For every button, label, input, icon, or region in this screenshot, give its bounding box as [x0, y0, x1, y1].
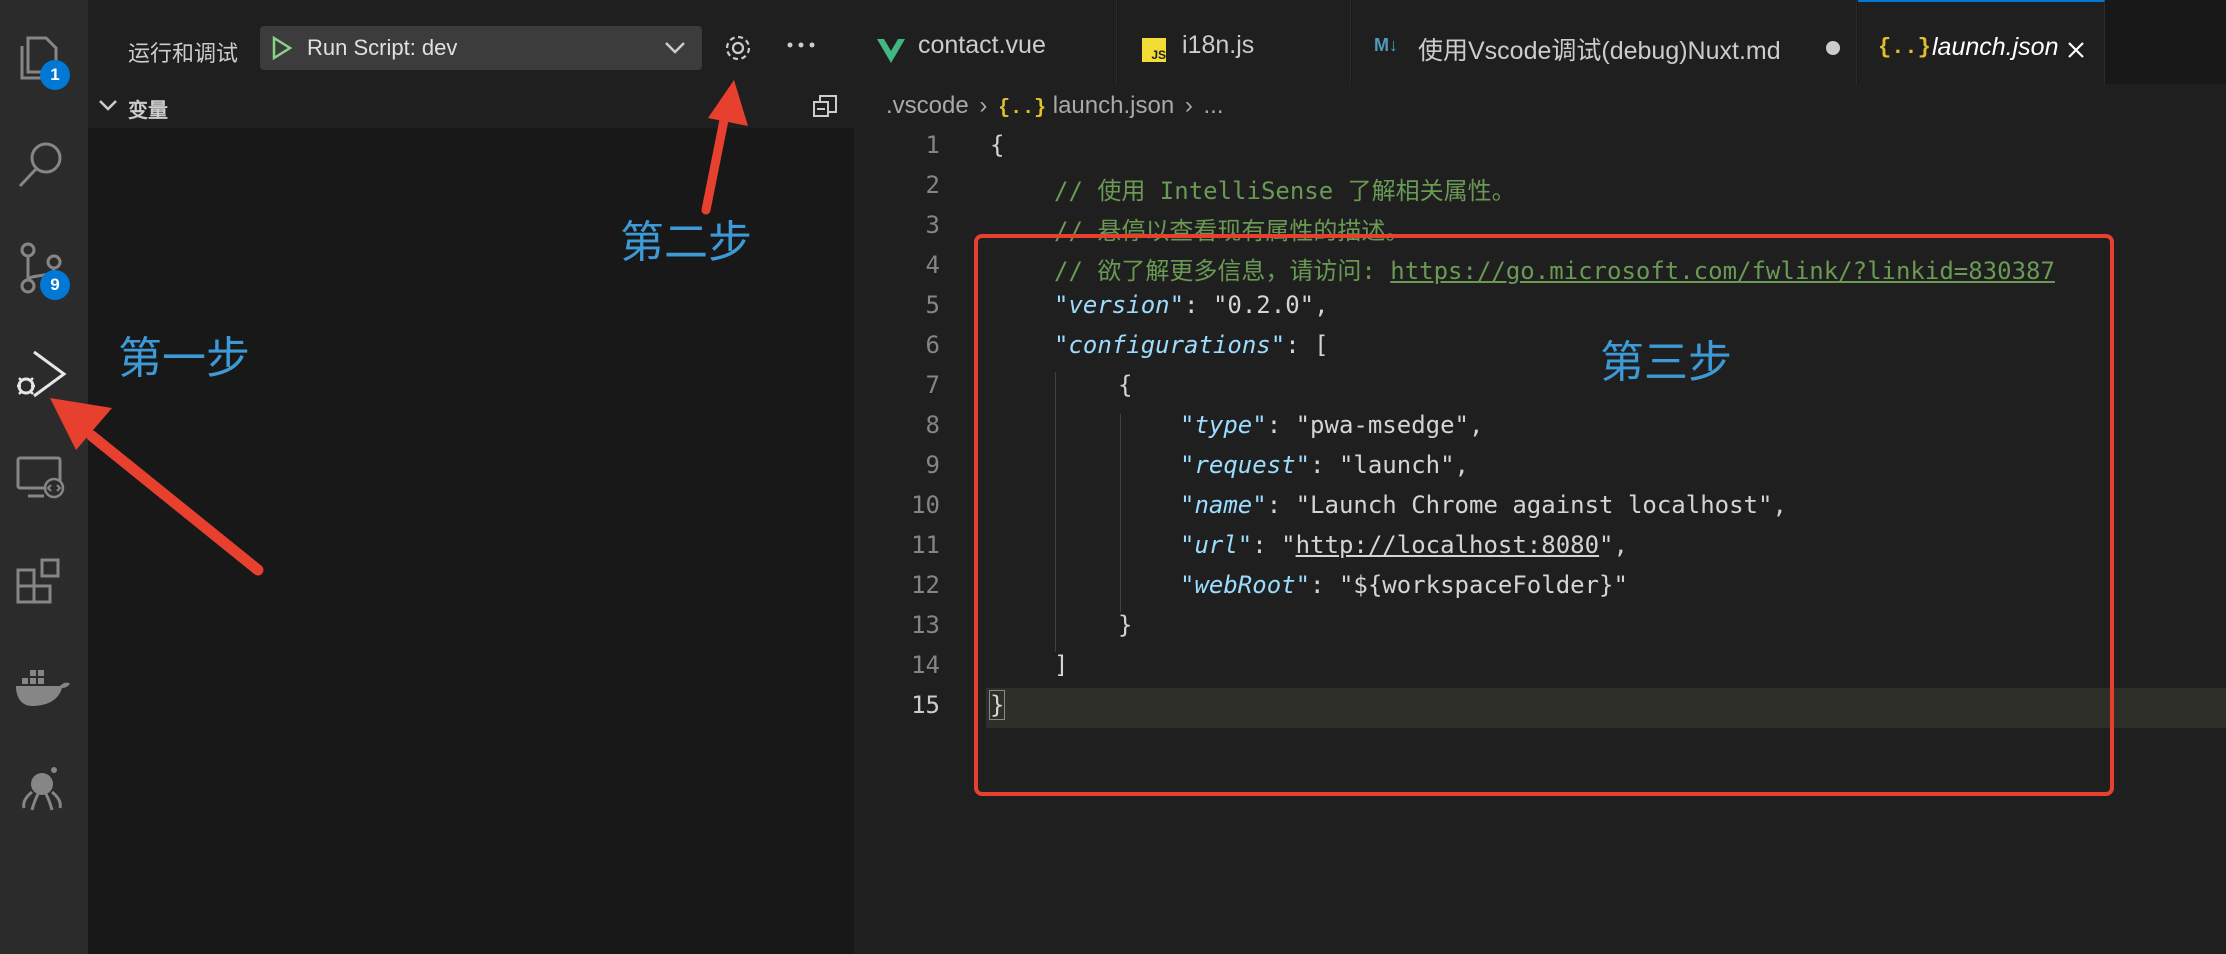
breadcrumb-more[interactable]: ... [1204, 92, 1224, 119]
run-debug-icon[interactable] [14, 346, 70, 402]
breadcrumb: .vscode › {..} launch.json › ... [886, 92, 1224, 120]
line-number: 13 [911, 611, 940, 639]
line-number: 10 [911, 491, 940, 519]
docker-icon[interactable] [14, 658, 70, 714]
line-number: 6 [925, 331, 940, 359]
editor-tab-bar: contact.vue JS i18n.js M↓ 使用Vscode调试(deb… [854, 0, 2226, 86]
line-number: 3 [925, 211, 940, 239]
explorer-badge: 1 [40, 60, 70, 90]
line-number: 15 [911, 691, 940, 719]
collapse-all-icon[interactable] [812, 94, 838, 118]
run-config-label: Run Script: dev [307, 35, 458, 60]
tab-label: launch.json [1932, 33, 2059, 61]
tab-label: contact.vue [918, 31, 1046, 59]
tab-label: i18n.js [1182, 31, 1255, 59]
chevron-down-icon [99, 100, 117, 111]
remote-explorer-icon[interactable] [14, 450, 70, 506]
line-number: 7 [925, 371, 940, 399]
line-number: 11 [911, 531, 940, 559]
breadcrumb-file[interactable]: launch.json [1053, 92, 1174, 119]
octopus-extension-icon[interactable] [14, 762, 70, 818]
unsaved-dot-icon[interactable] [1826, 41, 1840, 55]
js-icon: JS [1142, 38, 1166, 62]
tab-label: 使用Vscode调试(debug)Nuxt.md [1418, 37, 1781, 65]
more-actions-icon[interactable] [786, 40, 816, 50]
explorer-icon[interactable]: 1 [14, 30, 70, 90]
line-number: 9 [925, 451, 940, 479]
chevron-down-icon [665, 42, 685, 54]
run-config-select[interactable]: Run Script: dev [260, 26, 702, 70]
variables-section-header[interactable]: 变量 [88, 84, 854, 128]
line-number: 14 [911, 651, 940, 679]
tab-debug-nuxt-md[interactable]: M↓ 使用Vscode调试(debug)Nuxt.md [1352, 0, 1857, 84]
json-icon: {..} [998, 97, 1047, 120]
step3-annotation: 第三步 [1600, 337, 1732, 388]
code-line-1[interactable]: { [990, 131, 1004, 159]
tab-i18n-js[interactable]: JS i18n.js [1118, 0, 1351, 84]
sidebar [88, 0, 854, 954]
close-icon[interactable] [2066, 40, 2086, 60]
tab-contact-vue[interactable]: contact.vue [854, 0, 1117, 84]
line-number: 2 [925, 171, 940, 199]
line-number: 1 [925, 131, 940, 159]
line-number: 8 [925, 411, 940, 439]
extensions-icon[interactable] [14, 554, 70, 610]
line-number: 4 [925, 251, 940, 279]
code-line-2[interactable]: // 使用 IntelliSense 了解相关属性。 [1054, 171, 1516, 206]
activity-bar: 1 9 [0, 0, 88, 954]
play-icon[interactable] [268, 35, 294, 61]
scm-badge: 9 [40, 270, 70, 300]
source-control-icon[interactable]: 9 [14, 240, 70, 300]
line-number: 12 [911, 571, 940, 599]
gear-icon[interactable] [722, 32, 754, 64]
step1-annotation: 第一步 [118, 333, 250, 384]
sidebar-title: 运行和调试 [128, 42, 239, 67]
search-icon[interactable] [14, 136, 70, 192]
gutter: 1 2 3 4 5 6 7 8 9 10 11 12 13 14 15 [854, 0, 940, 719]
step2-annotation: 第二步 [620, 217, 752, 268]
variables-section-title: 变量 [128, 98, 168, 122]
json-icon: {..} [1878, 35, 1931, 60]
line-number: 5 [925, 291, 940, 319]
markdown-icon: M↓ [1374, 35, 1398, 55]
step3-highlight-box [974, 234, 2114, 796]
breadcrumb-folder[interactable]: .vscode [886, 92, 969, 119]
tab-launch-json[interactable]: {..} launch.json [1858, 0, 2105, 86]
